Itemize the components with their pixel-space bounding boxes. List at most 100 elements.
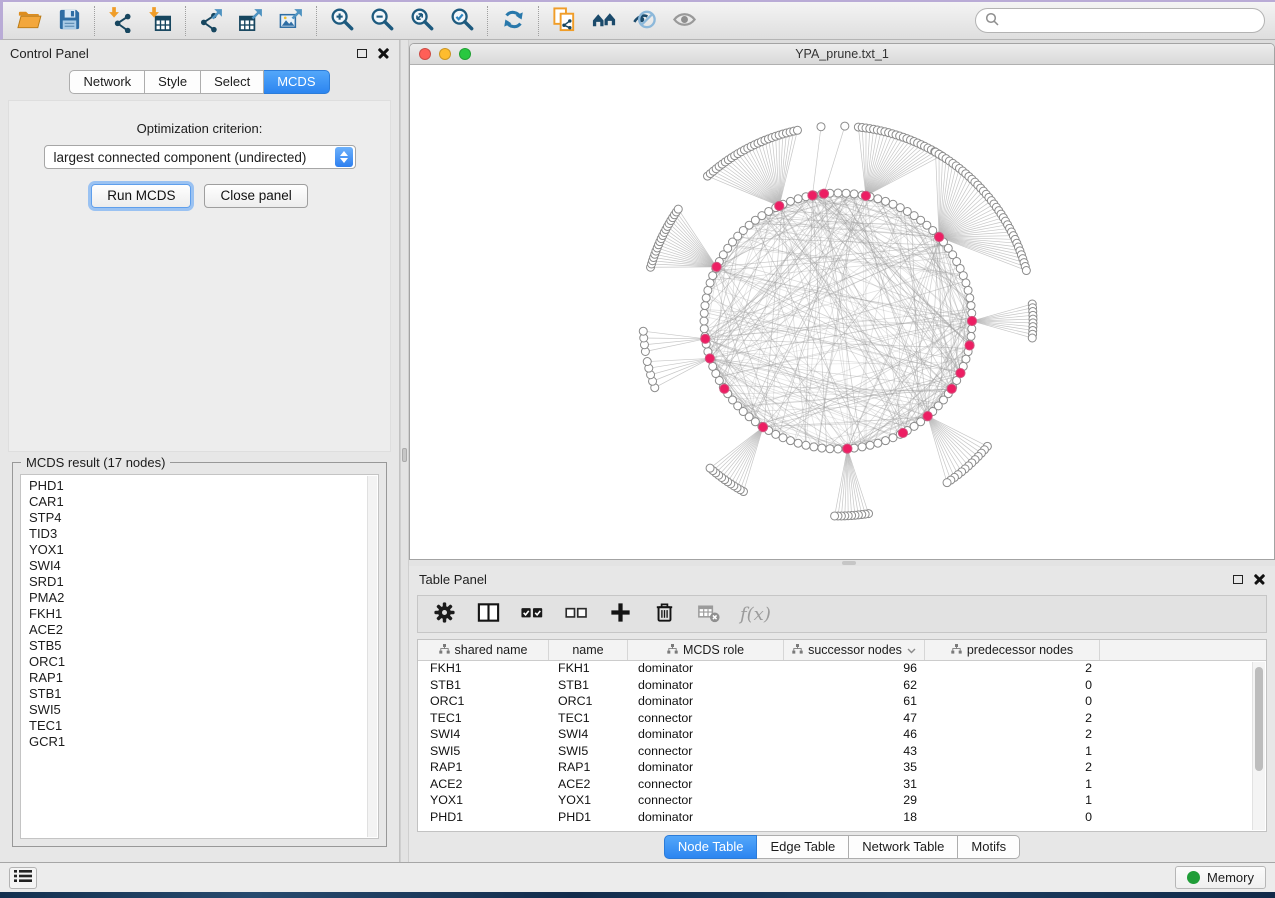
column-header-name[interactable]: name <box>549 640 628 660</box>
export-network-icon <box>198 6 225 36</box>
float-panel-icon[interactable] <box>357 49 367 58</box>
mcds-result-item[interactable]: PMA2 <box>29 590 378 606</box>
mcds-result-item[interactable]: GCR1 <box>29 734 378 750</box>
show-all-button[interactable] <box>664 5 704 37</box>
select-all-rows-icon <box>520 600 545 628</box>
optimization-criterion-select[interactable]: largest connected component (undirected) <box>44 145 356 169</box>
refresh-layout-button[interactable] <box>493 5 533 37</box>
export-table-button[interactable] <box>231 5 271 37</box>
mcds-result-item[interactable]: SRD1 <box>29 574 378 590</box>
column-layout-button[interactable] <box>476 600 501 628</box>
table-row[interactable]: STB1STB1dominator620 <box>418 678 1266 695</box>
table-row[interactable]: RAP1RAP1dominator352 <box>418 760 1266 777</box>
first-neighbors-button[interactable] <box>584 5 624 37</box>
mcds-result-item[interactable]: STP4 <box>29 510 378 526</box>
zoom-in-button[interactable] <box>322 5 362 37</box>
column-header-predecessor-nodes[interactable]: predecessor nodes <box>925 640 1100 660</box>
table-row[interactable]: ORC1ORC1dominator610 <box>418 694 1266 711</box>
export-image-button[interactable] <box>271 5 311 37</box>
mcds-result-item[interactable]: STB5 <box>29 638 378 654</box>
table-cell: 18 <box>784 810 925 827</box>
table-row[interactable]: SWI5SWI5connector431 <box>418 744 1266 761</box>
result-list-scrollbar[interactable] <box>367 476 377 837</box>
table-options-button[interactable] <box>432 600 457 628</box>
clear-table-icon <box>696 600 721 628</box>
run-mcds-button[interactable]: Run MCDS <box>91 184 191 208</box>
tab-motifs[interactable]: Motifs <box>958 835 1020 859</box>
close-panel-icon[interactable] <box>378 48 389 59</box>
tab-select[interactable]: Select <box>201 70 264 94</box>
tab-mcds[interactable]: MCDS <box>264 70 329 94</box>
column-type-icon <box>792 643 803 657</box>
search-box[interactable] <box>975 8 1265 33</box>
splitter-handle[interactable] <box>402 448 407 462</box>
export-network-button[interactable] <box>191 5 231 37</box>
zoom-selected-button[interactable] <box>442 5 482 37</box>
network-graph[interactable] <box>410 65 1274 559</box>
open-session-button[interactable] <box>9 5 49 37</box>
zoom-fit-button[interactable] <box>402 5 442 37</box>
memory-button[interactable]: Memory <box>1175 866 1266 889</box>
column-header-successor-nodes[interactable]: successor nodes <box>784 640 925 660</box>
mcds-result-item[interactable]: STB1 <box>29 686 378 702</box>
mcds-result-item[interactable]: CAR1 <box>29 494 378 510</box>
tab-edge-table[interactable]: Edge Table <box>757 835 849 859</box>
table-row[interactable]: ACE2ACE2connector311 <box>418 777 1266 794</box>
clear-table-button[interactable] <box>696 600 721 628</box>
mcds-result-item[interactable]: ACE2 <box>29 622 378 638</box>
mcds-result-item[interactable]: FKH1 <box>29 606 378 622</box>
maximize-window-traffic-light[interactable] <box>459 48 471 60</box>
table-cell: 1 <box>925 744 1100 761</box>
table-row[interactable]: FKH1FKH1dominator962 <box>418 661 1266 678</box>
table-cell: TEC1 <box>418 711 549 728</box>
horizontal-splitter[interactable] <box>409 560 1275 566</box>
save-session-button[interactable] <box>49 5 89 37</box>
table-cell: RAP1 <box>549 760 628 777</box>
network-canvas[interactable] <box>410 65 1274 559</box>
new-network-from-selection-button[interactable] <box>544 5 584 37</box>
table-row[interactable]: PHD1PHD1dominator180 <box>418 810 1266 827</box>
close-panel-button[interactable]: Close panel <box>204 184 307 208</box>
import-network-button[interactable] <box>100 5 140 37</box>
status-menu-button[interactable] <box>9 867 37 889</box>
mcds-result-item[interactable]: RAP1 <box>29 670 378 686</box>
table-scrollbar[interactable] <box>1252 662 1265 830</box>
table-cell: FKH1 <box>418 661 549 678</box>
hide-selected-button[interactable] <box>624 5 664 37</box>
scrollbar-thumb[interactable] <box>1255 667 1263 771</box>
close-panel-icon[interactable] <box>1254 574 1265 585</box>
zoom-out-button[interactable] <box>362 5 402 37</box>
delete-columns-button[interactable] <box>652 600 677 628</box>
mcds-result-item[interactable]: SWI5 <box>29 702 378 718</box>
minimize-window-traffic-light[interactable] <box>439 48 451 60</box>
close-window-traffic-light[interactable] <box>419 48 431 60</box>
table-row[interactable]: SWI4SWI4dominator462 <box>418 727 1266 744</box>
tab-node-table[interactable]: Node Table <box>664 835 758 859</box>
optimization-criterion-label: Optimization criterion: <box>9 121 390 136</box>
vertical-splitter[interactable] <box>400 40 409 862</box>
toolbar-separator <box>94 6 95 36</box>
mcds-tab-content: Optimization criterion: largest connecte… <box>8 100 391 452</box>
splitter-handle[interactable] <box>842 561 856 565</box>
tab-network-table[interactable]: Network Table <box>849 835 958 859</box>
table-row[interactable]: TEC1TEC1connector472 <box>418 711 1266 728</box>
mcds-result-item[interactable]: ORC1 <box>29 654 378 670</box>
add-column-button[interactable] <box>608 600 633 628</box>
mcds-result-item[interactable]: YOX1 <box>29 542 378 558</box>
deselect-all-rows-button[interactable] <box>564 600 589 628</box>
float-panel-icon[interactable] <box>1233 575 1243 584</box>
mcds-result-item[interactable]: SWI4 <box>29 558 378 574</box>
column-header-shared-name[interactable]: shared name <box>418 640 549 660</box>
mcds-result-item[interactable]: PHD1 <box>29 478 378 494</box>
tab-network[interactable]: Network <box>69 70 145 94</box>
column-header-mcds-role[interactable]: MCDS role <box>628 640 784 660</box>
search-input[interactable] <box>1005 13 1264 28</box>
import-table-button[interactable] <box>140 5 180 37</box>
table-row[interactable]: YOX1YOX1connector291 <box>418 793 1266 810</box>
apply-function-button[interactable]: f(x) <box>740 604 771 625</box>
mcds-result-item[interactable]: TID3 <box>29 526 378 542</box>
mcds-result-item[interactable]: TEC1 <box>29 718 378 734</box>
tab-style[interactable]: Style <box>145 70 201 94</box>
select-all-rows-button[interactable] <box>520 600 545 628</box>
table-toolbar: f(x) <box>417 595 1267 633</box>
